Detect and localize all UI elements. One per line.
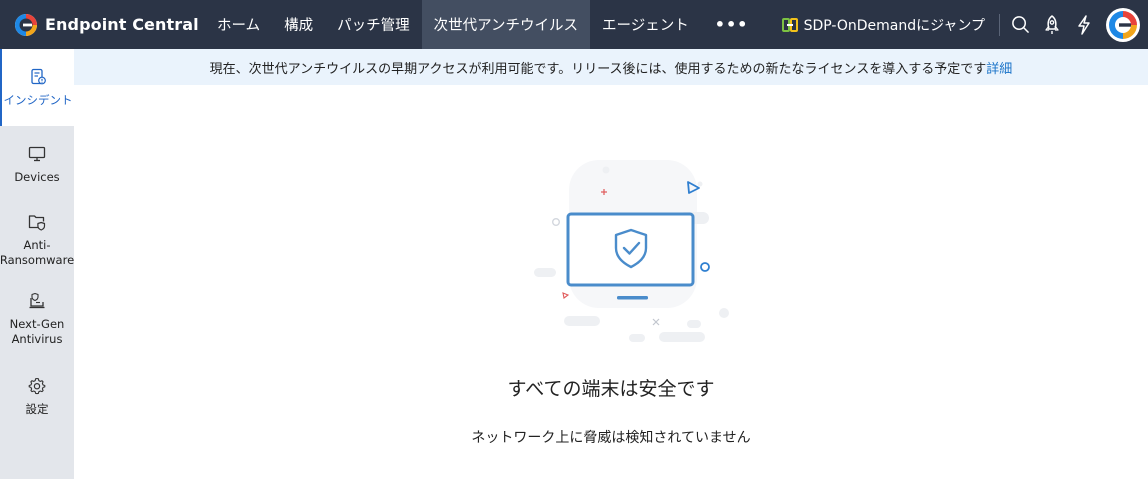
nav-more-button[interactable]: ••• xyxy=(701,0,763,49)
gear-icon xyxy=(28,377,46,395)
nav-item-next-gen-antivirus[interactable]: 次世代アンチウイルス xyxy=(421,0,590,49)
main-nav: ホーム 構成 パッチ管理 次世代アンチウイルス エージェント ••• xyxy=(205,0,762,49)
main-content: すべての端末は安全です ネットワーク上に脅威は検知されていません xyxy=(74,85,1148,479)
sidebar-item-label: Next-Gen Antivirus xyxy=(9,316,65,346)
nav-item-agent[interactable]: エージェント xyxy=(590,0,701,49)
topbar-divider xyxy=(999,13,1000,36)
no-threats-subtitle: ネットワーク上に脅威は検知されていません xyxy=(471,430,751,446)
search-icon[interactable] xyxy=(1004,0,1036,49)
sidebar-item-label: Devices xyxy=(14,170,60,184)
nav-item-patch-management[interactable]: パッチ管理 xyxy=(325,0,422,49)
endpoint-central-logo-icon xyxy=(15,13,37,36)
sidebar-item-label: 設定 xyxy=(25,402,49,416)
sidebar-item-label: Anti-Ransomware xyxy=(0,237,75,267)
sdp-jump-label: SDP-OnDemandにジャンプ xyxy=(803,17,985,34)
brand[interactable]: Endpoint Central xyxy=(0,0,205,49)
early-access-banner: 現在、次世代アンチウイルスの早期アクセスが利用可能です。リリース後には、使用する… xyxy=(74,49,1148,85)
incident-icon xyxy=(31,68,46,84)
rocket-icon[interactable] xyxy=(1036,0,1068,49)
user-avatar[interactable] xyxy=(1106,7,1140,42)
sidebar-item-anti-ransomware[interactable]: Anti-Ransomware xyxy=(0,204,74,276)
sidebar-item-devices[interactable]: Devices xyxy=(0,126,74,204)
sdp-ondemand-icon xyxy=(781,17,798,32)
avatar-logo-icon xyxy=(1107,8,1139,41)
sidebar: インシデント Devices Anti-Ransomware Next-Gen … xyxy=(0,49,74,479)
nav-item-home[interactable]: ホーム xyxy=(205,0,272,49)
banner-details-link[interactable]: 詳細 xyxy=(986,58,1012,77)
antivirus-icon xyxy=(29,292,45,308)
sidebar-item-incidents[interactable]: インシデント xyxy=(0,49,74,126)
sidebar-item-next-gen-antivirus[interactable]: Next-Gen Antivirus xyxy=(0,276,74,362)
monitor-icon xyxy=(28,146,46,162)
nav-item-configuration[interactable]: 構成 xyxy=(272,0,325,49)
top-navigation-bar: Endpoint Central ホーム 構成 パッチ管理 次世代アンチウイルス… xyxy=(0,0,1148,49)
all-secure-title: すべての端末は安全です xyxy=(507,378,715,400)
folder-shield-icon xyxy=(28,214,46,231)
lightning-icon[interactable] xyxy=(1068,0,1100,49)
sdp-jump-link[interactable]: SDP-OnDemandにジャンプ xyxy=(781,15,985,35)
topbar-right: SDP-OnDemandにジャンプ xyxy=(781,0,1148,49)
brand-name: Endpoint Central xyxy=(45,15,199,34)
monitor-shield-check-icon xyxy=(534,160,729,342)
sidebar-item-label: インシデント xyxy=(3,92,73,107)
sidebar-item-settings[interactable]: 設定 xyxy=(0,362,74,432)
banner-text: 現在、次世代アンチウイルスの早期アクセスが利用可能です。リリース後には、使用する… xyxy=(209,61,987,77)
